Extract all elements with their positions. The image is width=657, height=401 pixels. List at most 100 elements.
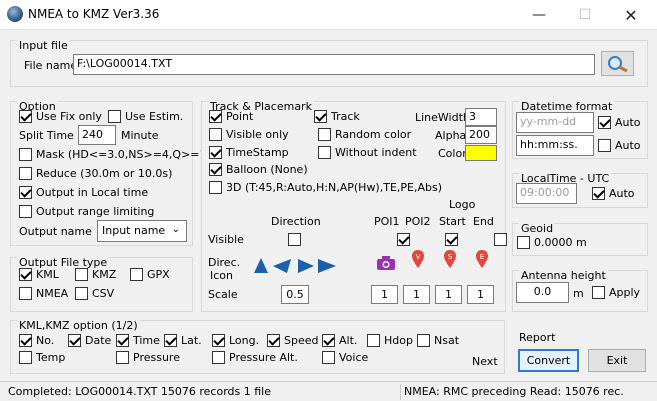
csv-label: CSV <box>92 287 115 300</box>
minimize-button[interactable]: — <box>516 0 562 30</box>
use-fix-only-checkbox[interactable]: Use Fix only <box>19 110 102 123</box>
kml-checkbox[interactable]: KML <box>19 268 59 281</box>
poi2-scale-input[interactable]: 1 <box>403 285 430 304</box>
reduce-checkbox[interactable]: Reduce (30.0m or 10.0s) <box>19 167 172 180</box>
balloon-box <box>209 163 222 176</box>
lat-label: Lat. <box>181 334 202 347</box>
start-scale-input[interactable]: 1 <box>435 285 462 304</box>
file-name-label: File name <box>24 59 78 72</box>
speed-checkbox[interactable]: Speed <box>267 334 318 347</box>
direc-row-label-1: Direc. <box>208 256 241 269</box>
localtime-auto-checkbox[interactable]: Auto <box>592 187 635 200</box>
gpx-box <box>130 268 143 281</box>
start-pin-icon[interactable]: S <box>444 250 456 270</box>
point-checkbox[interactable]: Point <box>209 110 253 123</box>
antenna-height-legend: Antenna height <box>519 269 608 282</box>
poi1-visible-checkbox[interactable] <box>396 232 410 246</box>
output-range-checkbox[interactable]: Output range limiting <box>19 205 154 218</box>
pressure-alt-checkbox[interactable]: Pressure Alt. <box>212 351 298 364</box>
timestamp-box <box>209 146 222 159</box>
browse-button[interactable] <box>601 51 634 76</box>
alpha-input[interactable]: 200 <box>465 126 497 144</box>
timestamp-checkbox[interactable]: TimeStamp <box>209 146 289 159</box>
exit-button[interactable]: Exit <box>588 349 646 372</box>
visible-row-label: Visible <box>208 233 244 246</box>
lat-checkbox[interactable]: Lat. <box>164 334 202 347</box>
nsat-label: Nsat <box>434 334 460 347</box>
output-name-select[interactable]: Input name ⌄ <box>97 220 187 242</box>
long-label: Long. <box>229 334 260 347</box>
direction-arrows-icon[interactable] <box>254 257 338 275</box>
antenna-apply-checkbox[interactable]: Apply <box>592 286 640 299</box>
time-checkbox[interactable]: Time <box>116 334 160 347</box>
track-color-swatch[interactable] <box>465 145 497 161</box>
without-indent-checkbox[interactable]: Without indent <box>318 146 417 159</box>
geoid-box <box>517 236 530 249</box>
next-link[interactable]: Next <box>472 355 498 368</box>
localtime-utc-input[interactable]: 09:00:00 <box>516 183 577 204</box>
end-pin-icon[interactable]: E <box>476 250 488 270</box>
file-name-input[interactable]: F:\LOG00014.TXT <box>73 54 595 75</box>
use-estim-box <box>108 110 121 123</box>
date-auto-checkbox[interactable]: Auto <box>598 116 641 129</box>
pressure-checkbox[interactable]: Pressure <box>116 351 180 364</box>
output-file-type-group: Output File type <box>10 256 193 312</box>
gpx-checkbox[interactable]: GPX <box>130 268 170 281</box>
balloon-checkbox[interactable]: Balloon (None) <box>209 163 308 176</box>
csv-checkbox[interactable]: CSV <box>75 287 114 300</box>
use-estim-checkbox[interactable]: Use Estim. <box>108 110 183 123</box>
antenna-height-input[interactable]: 0.0 <box>516 282 569 303</box>
nmea-checkbox[interactable]: NMEA <box>19 287 68 300</box>
use-estim-label: Use Estim. <box>125 110 184 123</box>
start-visible-checkbox[interactable] <box>493 232 507 246</box>
app-globe-icon <box>7 6 23 22</box>
start-pin-letter: S <box>448 253 453 261</box>
long-checkbox[interactable]: Long. <box>212 334 259 347</box>
random-color-checkbox[interactable]: Random color <box>318 128 411 141</box>
track-checkbox[interactable]: Track <box>314 110 360 123</box>
linewidth-input[interactable]: 3 <box>465 108 497 126</box>
mask-checkbox[interactable]: Mask (HD<=3.0,NS>=4,Q>=1) <box>19 148 211 161</box>
convert-button[interactable]: Convert <box>518 349 579 372</box>
camera-icon[interactable] <box>376 255 396 271</box>
nsat-checkbox[interactable]: Nsat <box>417 334 459 347</box>
alt-label: Alt. <box>339 334 358 347</box>
poi2-visible-checkbox[interactable] <box>445 232 458 246</box>
voice-checkbox[interactable]: Voice <box>322 351 368 364</box>
speed-label: Speed <box>284 334 319 347</box>
end-header: End <box>473 215 494 228</box>
use-fix-only-label: Use Fix only <box>36 110 102 123</box>
status-right: NMEA: RMC preceding Read: 15076 rec. <box>404 385 624 398</box>
geoid-label: 0.0000 m <box>534 236 587 249</box>
time-box <box>116 334 129 347</box>
date-checkbox[interactable]: Date <box>68 334 111 347</box>
alt-checkbox[interactable]: Alt. <box>322 334 357 347</box>
poi2-pin-icon[interactable]: V <box>412 250 424 270</box>
time-auto-checkbox[interactable]: Auto <box>598 139 641 152</box>
speed-box <box>267 334 280 347</box>
end-pin-letter: E <box>480 253 484 261</box>
direction-visible-checkbox[interactable] <box>288 232 301 246</box>
close-button[interactable]: ✕ <box>608 0 654 30</box>
maximize-icon: ☐ <box>578 7 592 23</box>
status-bar: Completed: LOG00014.TXT 15076 records 1 … <box>0 381 657 401</box>
end-scale-input[interactable]: 1 <box>467 285 494 304</box>
kmz-checkbox[interactable]: KMZ <box>75 268 116 281</box>
split-time-label: Split Time <box>19 129 74 142</box>
poi1-scale-input[interactable]: 1 <box>371 285 398 304</box>
lat-box <box>164 334 177 347</box>
geoid-checkbox[interactable]: 0.0000 m <box>517 236 587 249</box>
no-checkbox[interactable]: No. <box>19 334 54 347</box>
voice-box <box>322 351 335 364</box>
temp-label: Temp <box>36 351 66 364</box>
maximize-button[interactable]: ☐ <box>562 0 608 30</box>
three-d-checkbox[interactable]: 3D (T:45,R:Auto,H:N,AP(Hw),TE,PE,Abs) <box>209 181 442 194</box>
hdop-checkbox[interactable]: Hdop <box>367 334 413 347</box>
date-format-input[interactable]: yy-mm-dd <box>516 112 594 133</box>
direction-scale-input[interactable]: 0.5 <box>281 285 309 304</box>
temp-checkbox[interactable]: Temp <box>19 351 65 364</box>
visible-only-checkbox[interactable]: Visible only <box>209 128 289 141</box>
output-local-time-checkbox[interactable]: Output in Local time <box>19 186 148 199</box>
time-format-input[interactable]: hh:mm:ss. <box>516 135 594 156</box>
split-time-input[interactable]: 240 <box>78 125 116 145</box>
